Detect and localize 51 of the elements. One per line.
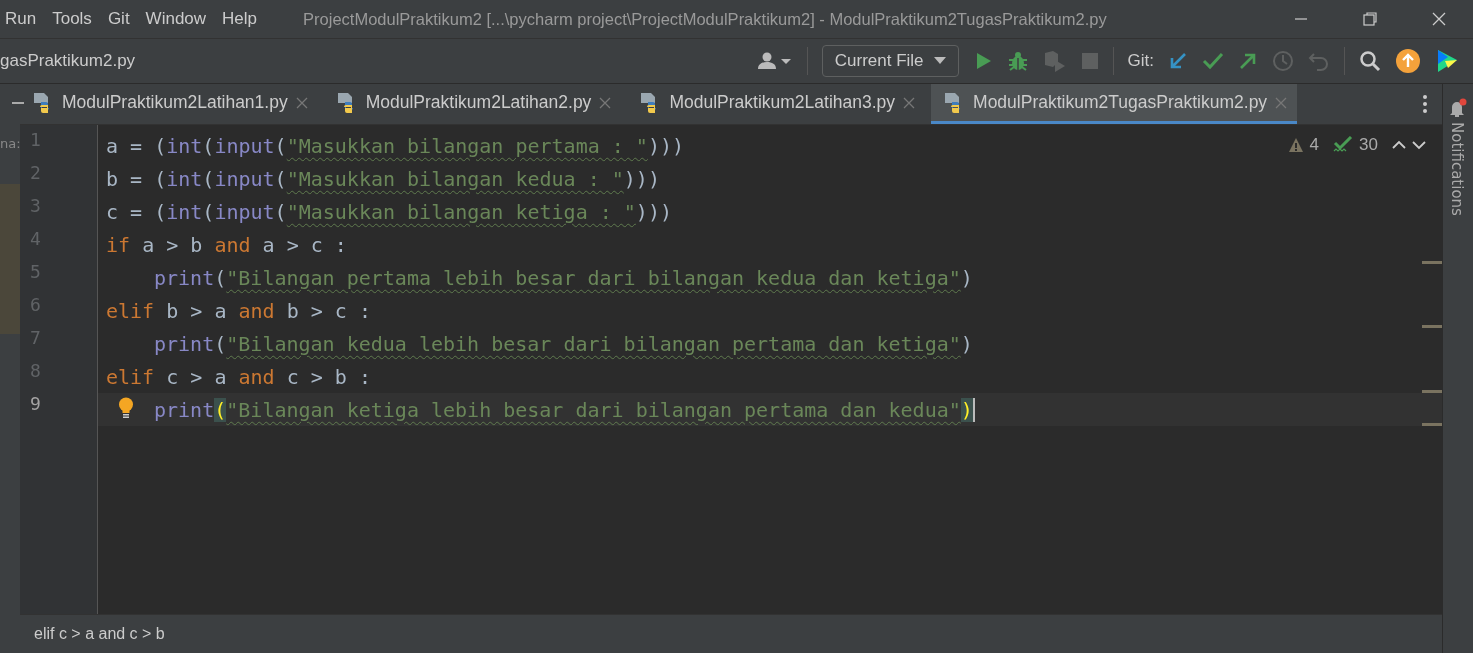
git-label: Git: bbox=[1127, 51, 1154, 71]
run-config-dropdown[interactable]: Current File bbox=[821, 45, 959, 77]
collapse-icon[interactable] bbox=[12, 102, 24, 106]
code-line: print("Bilangan kedua lebih besar dari bilangan pertama dan ketiga") bbox=[153, 331, 973, 356]
menu-item[interactable]: Tools bbox=[52, 9, 104, 29]
chevron-down-icon[interactable] bbox=[1412, 140, 1426, 150]
menu-item[interactable]: Window bbox=[145, 9, 219, 29]
arrow-down-left-icon[interactable] bbox=[1168, 51, 1188, 71]
code-line: print("Bilangan ketiga lebih besar dari bilangan pertama dan kedua") bbox=[153, 397, 973, 422]
restore-icon[interactable] bbox=[1362, 11, 1378, 27]
line-number: 9 bbox=[29, 393, 42, 416]
code-line: b = (int(input("Masukkan bilangan kedua : "))) bbox=[106, 166, 660, 191]
menu-item[interactable]: Help bbox=[222, 9, 270, 29]
lightbulb-icon[interactable] bbox=[118, 397, 134, 419]
logo-icon[interactable] bbox=[1435, 48, 1459, 74]
code-breadcrumb[interactable]: elif c > a and c > b bbox=[34, 625, 165, 643]
stop-icon[interactable] bbox=[1080, 52, 1099, 70]
checkmark-icon[interactable] bbox=[1202, 51, 1224, 71]
close-icon[interactable] bbox=[1431, 11, 1447, 27]
code-line: c = (int(input("Masukkan bilangan ketiga : "))) bbox=[106, 199, 672, 224]
menu-item[interactable]: Run bbox=[5, 9, 49, 29]
notifications-label[interactable]: Notifications bbox=[1450, 122, 1466, 216]
warning-icon[interactable] bbox=[1287, 137, 1304, 153]
editor-tab[interactable]: ModulPraktikum2TugasPraktikum2.py bbox=[931, 84, 1298, 124]
bell-icon[interactable] bbox=[1448, 98, 1468, 118]
search-icon[interactable] bbox=[1359, 50, 1381, 72]
code-line: elif b > a and b > c : bbox=[106, 298, 371, 323]
clock-icon[interactable] bbox=[1272, 50, 1294, 72]
editor-tab[interactable]: ModulPraktikum2Latihan3.py bbox=[627, 84, 926, 124]
upload-icon[interactable] bbox=[1395, 48, 1421, 74]
project-panel-text: na: bbox=[0, 136, 20, 151]
file-breadcrumb[interactable]: gasPraktikum2.py bbox=[0, 51, 136, 71]
arrow-up-right-icon[interactable] bbox=[1238, 51, 1258, 71]
code-line: elif c > a and c > b : bbox=[106, 364, 371, 389]
warning-count[interactable]: 4 bbox=[1309, 135, 1320, 155]
undo-icon[interactable] bbox=[1308, 51, 1330, 71]
code-line: print("Bilangan pertama lebih besar dari bilangan kedua dan ketiga") bbox=[153, 265, 973, 290]
window-title: ProjectModulPraktikum2 [...\pycharm project\ProjectModulPraktikum2] - ModulPraktikum2TugasPraktikum2.py bbox=[303, 9, 1107, 29]
typo-check-icon[interactable] bbox=[1333, 136, 1354, 154]
menu-item[interactable]: Git bbox=[107, 9, 142, 29]
coverage-icon[interactable] bbox=[1042, 50, 1067, 72]
editor-tab[interactable]: ModulPraktikum2Latihan1.py bbox=[20, 84, 318, 124]
bug-icon[interactable] bbox=[1006, 50, 1029, 72]
caret-icon bbox=[933, 57, 946, 65]
user-icon[interactable] bbox=[756, 51, 793, 71]
code-line: if a > b and a > c : bbox=[106, 232, 347, 257]
more-icon[interactable] bbox=[1422, 94, 1428, 114]
chevron-up-icon[interactable] bbox=[1392, 140, 1406, 150]
typo-count[interactable]: 30 bbox=[1359, 135, 1378, 155]
editor-tab[interactable]: ModulPraktikum2Latihan2.py bbox=[323, 84, 622, 124]
code-line: a = (int(input("Masukkan bilangan pertama : "))) bbox=[106, 133, 684, 158]
